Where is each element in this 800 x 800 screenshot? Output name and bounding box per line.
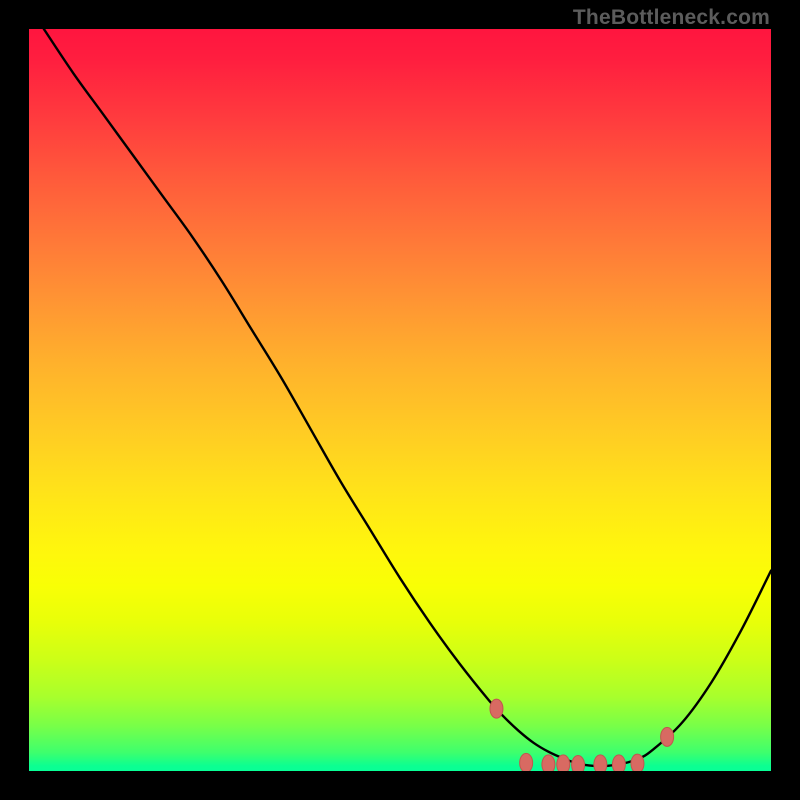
optimal-marker	[572, 756, 585, 771]
optimal-markers	[490, 699, 674, 771]
optimal-marker	[490, 699, 503, 718]
bottleneck-curve	[44, 29, 771, 766]
optimal-marker	[661, 727, 674, 746]
curve-layer	[29, 29, 771, 771]
chart-frame: TheBottleneck.com	[0, 0, 800, 800]
watermark-text: TheBottleneck.com	[573, 6, 770, 30]
plot-area	[29, 29, 771, 771]
optimal-marker	[557, 755, 570, 771]
optimal-marker	[594, 755, 607, 771]
optimal-marker	[520, 753, 533, 771]
optimal-marker	[631, 754, 644, 771]
optimal-marker	[542, 755, 555, 771]
optimal-marker	[612, 755, 625, 771]
